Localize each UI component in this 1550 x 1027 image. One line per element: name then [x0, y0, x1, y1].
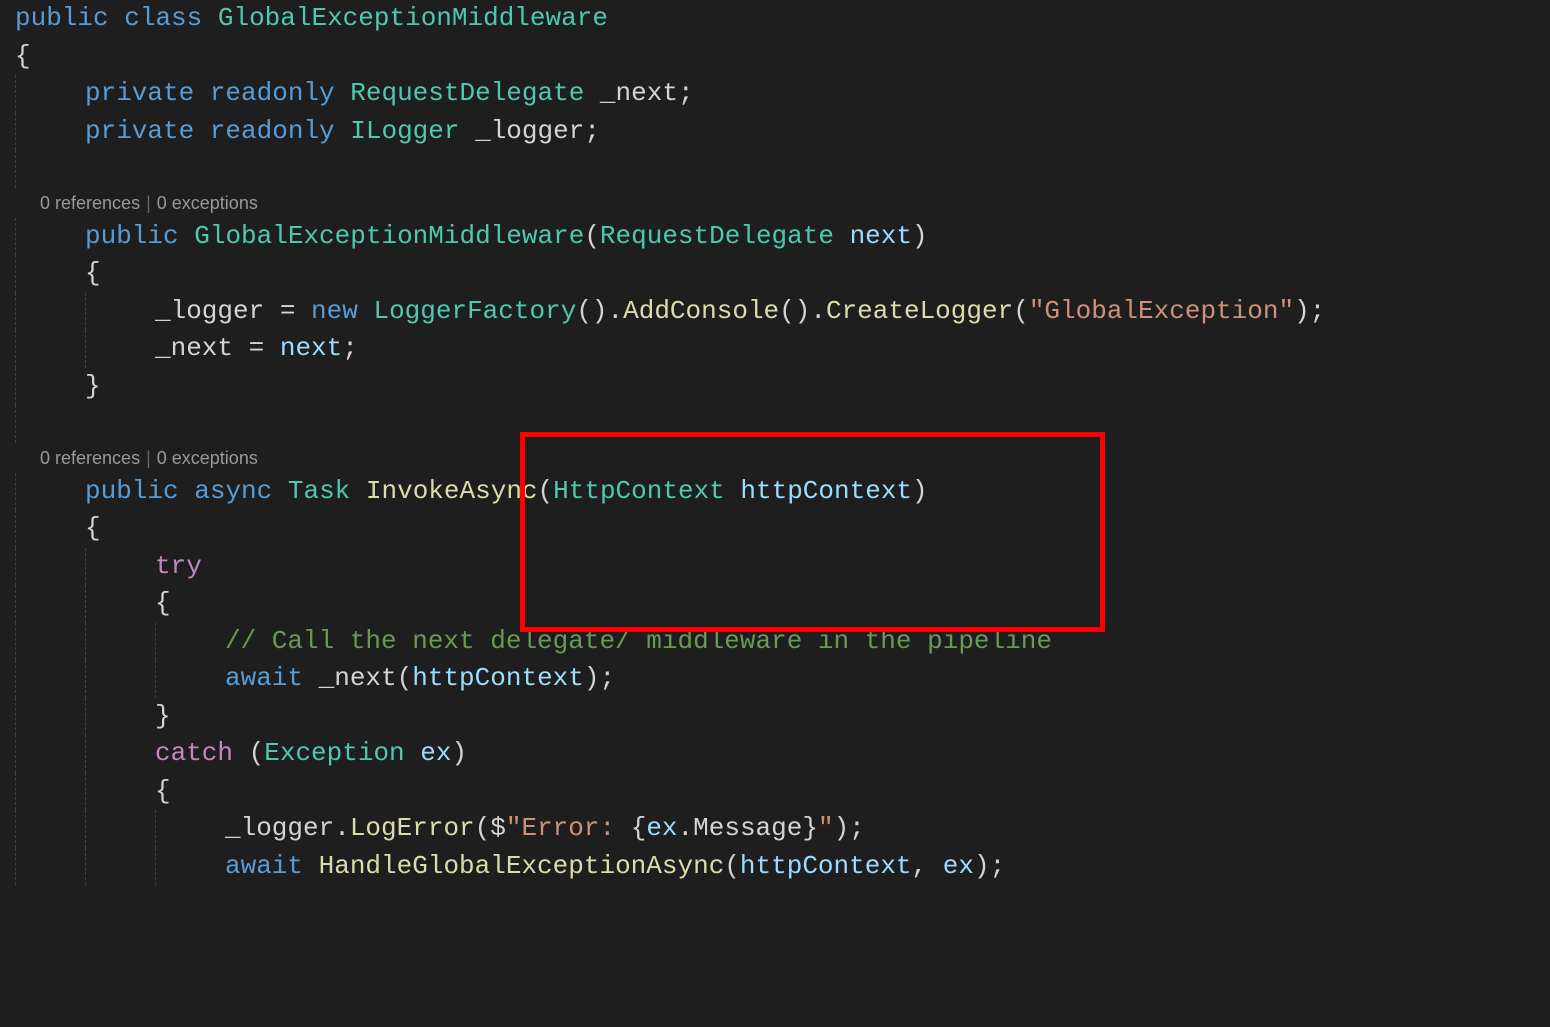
code-line[interactable]: public class GlobalExceptionMiddleware [0, 0, 1550, 38]
field-name: _logger [475, 116, 584, 146]
brace: } [155, 701, 171, 731]
field-ref: _logger [225, 813, 334, 843]
keyword-public: public [15, 3, 109, 33]
field-name: _next [600, 78, 678, 108]
code-line[interactable]: try [0, 548, 1550, 586]
keyword-try: try [155, 551, 202, 581]
keyword-catch: catch [155, 738, 233, 768]
field-ref: _next [319, 663, 397, 693]
exception-var: ex [420, 738, 451, 768]
keyword-private: private [85, 78, 194, 108]
variable-ref: next [280, 333, 342, 363]
comment: // Call the next delegate/ middleware in… [225, 626, 1052, 656]
code-line[interactable]: { [0, 585, 1550, 623]
keyword-private: private [85, 116, 194, 146]
codelens-separator: | [146, 448, 151, 468]
exception-type: Exception [264, 738, 404, 768]
code-line[interactable]: public async Task InvokeAsync(HttpContex… [0, 473, 1550, 511]
brace: { [15, 41, 31, 71]
codelens-separator: | [146, 193, 151, 213]
keyword-public: public [85, 476, 179, 506]
code-line[interactable]: { [0, 773, 1550, 811]
code-line[interactable]: public GlobalExceptionMiddleware(Request… [0, 218, 1550, 256]
type-name: LoggerFactory [373, 296, 576, 326]
keyword-new: new [311, 296, 358, 326]
interp-property: Message [693, 813, 802, 843]
class-name: GlobalExceptionMiddleware [218, 3, 608, 33]
code-line[interactable]: await _next(httpContext); [0, 660, 1550, 698]
brace: { [155, 776, 171, 806]
method-name: InvokeAsync [366, 476, 538, 506]
codelens-exceptions[interactable]: 0 exceptions [157, 193, 258, 213]
code-line[interactable]: _logger = new LoggerFactory().AddConsole… [0, 293, 1550, 331]
argument: httpContext [740, 851, 912, 881]
keyword-await: await [225, 663, 303, 693]
codelens[interactable]: 0 references | 0 exceptions [0, 188, 1550, 218]
string-literal: "GlobalException" [1029, 296, 1294, 326]
argument: httpContext [412, 663, 584, 693]
codelens-references[interactable]: 0 references [40, 448, 140, 468]
method-call: AddConsole [623, 296, 779, 326]
method-call: CreateLogger [826, 296, 1013, 326]
code-line[interactable]: catch (Exception ex) [0, 735, 1550, 773]
constructor-name: GlobalExceptionMiddleware [194, 221, 584, 251]
code-editor[interactable]: public class GlobalExceptionMiddleware {… [0, 0, 1550, 885]
code-line[interactable]: await HandleGlobalExceptionAsync(httpCon… [0, 848, 1550, 886]
field-ref: _next [155, 333, 233, 363]
brace: } [85, 371, 101, 401]
code-line[interactable]: } [0, 698, 1550, 736]
keyword-readonly: readonly [210, 78, 335, 108]
code-line[interactable]: { [0, 38, 1550, 76]
blank-line[interactable] [0, 405, 1550, 443]
method-call: LogError [350, 813, 475, 843]
code-line[interactable]: // Call the next delegate/ middleware in… [0, 623, 1550, 661]
code-line[interactable]: { [0, 255, 1550, 293]
field-ref: _logger [155, 296, 264, 326]
string-literal: " [818, 813, 834, 843]
code-line[interactable]: } [0, 368, 1550, 406]
codelens[interactable]: 0 references | 0 exceptions [0, 443, 1550, 473]
keyword-await: await [225, 851, 303, 881]
type-name: ILogger [350, 116, 459, 146]
keyword-readonly: readonly [210, 116, 335, 146]
code-line[interactable]: _logger.LogError($"Error: {ex.Message}")… [0, 810, 1550, 848]
brace: { [85, 258, 101, 288]
return-type: Task [288, 476, 350, 506]
keyword-public: public [85, 221, 179, 251]
argument: ex [943, 851, 974, 881]
brace: { [85, 513, 101, 543]
param-type: HttpContext [553, 476, 725, 506]
method-call: HandleGlobalExceptionAsync [319, 851, 725, 881]
param-name: httpContext [740, 476, 912, 506]
param-name: next [850, 221, 912, 251]
code-line[interactable]: private readonly RequestDelegate _next; [0, 75, 1550, 113]
code-line[interactable]: _next = next; [0, 330, 1550, 368]
keyword-async: async [194, 476, 272, 506]
type-name: RequestDelegate [350, 78, 584, 108]
interp-var: ex [646, 813, 677, 843]
blank-line[interactable] [0, 150, 1550, 188]
keyword-class: class [124, 3, 202, 33]
code-line[interactable]: private readonly ILogger _logger; [0, 113, 1550, 151]
codelens-references[interactable]: 0 references [40, 193, 140, 213]
param-type: RequestDelegate [600, 221, 834, 251]
codelens-exceptions[interactable]: 0 exceptions [157, 448, 258, 468]
string-literal: "Error: [506, 813, 631, 843]
code-line[interactable]: { [0, 510, 1550, 548]
brace: { [155, 588, 171, 618]
